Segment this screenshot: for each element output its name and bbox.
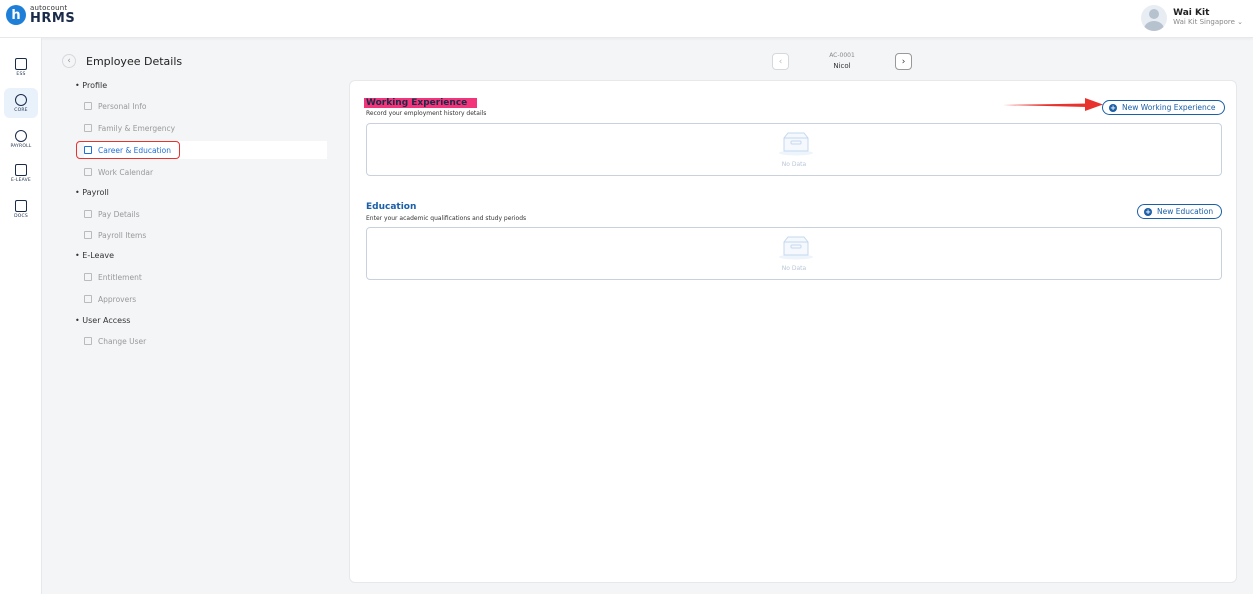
section-eleave: • E-Leave: [75, 251, 115, 260]
list-icon: [84, 231, 92, 239]
chevron-down-icon: ⌄: [1237, 18, 1243, 27]
app-logo[interactable]: h autocount HRMS: [6, 5, 75, 25]
nav-core[interactable]: CORE: [4, 88, 38, 118]
working-experience-title: Working Experience: [364, 98, 478, 108]
plus-icon: +: [1109, 103, 1117, 112]
menu-item-work-calendar[interactable]: Work Calendar: [84, 163, 327, 181]
empty-box-icon: [779, 132, 813, 156]
logo-product: HRMS: [30, 11, 76, 26]
family-icon: [84, 124, 92, 132]
payroll-icon: [15, 129, 27, 142]
empty-box-icon: [779, 236, 813, 260]
record-name: Nicol: [833, 62, 851, 70]
new-education-button[interactable]: + New Education: [1137, 204, 1223, 219]
calendar-icon: [15, 163, 27, 176]
menu-item-family[interactable]: Family & Emergency: [84, 119, 327, 137]
education-title: Education: [366, 202, 417, 212]
logo-icon: h: [6, 5, 26, 25]
top-bar: h autocount HRMS Wai Kit Wai Kit Singapo…: [0, 0, 1253, 38]
record-code: AC-0001: [829, 52, 855, 59]
page-title: Employee Details: [86, 54, 183, 68]
annotation-arrow-icon: [1003, 98, 1103, 111]
section-user-access: • User Access: [75, 316, 131, 325]
menu-item-change-user[interactable]: Change User: [84, 332, 327, 350]
plus-icon: +: [1144, 207, 1152, 216]
new-working-experience-button[interactable]: + New Working Experience: [1102, 100, 1225, 115]
calendar-icon: [84, 168, 92, 176]
chevron-right-icon: ›: [901, 56, 906, 67]
avatar: [1141, 5, 1168, 31]
calendar-icon: [84, 273, 92, 281]
section-payroll: • Payroll: [75, 188, 109, 197]
employee-details-menu: ‹ Employee Details • Profile Personal In…: [42, 38, 342, 594]
briefcase-icon: [84, 146, 92, 154]
working-experience-subtitle: Record your employment history details: [366, 110, 487, 117]
users-icon: [84, 295, 92, 303]
nav-ess[interactable]: ESS: [4, 52, 38, 82]
prev-record-button[interactable]: ‹: [772, 53, 789, 70]
user-menu[interactable]: Wai Kit Wai Kit Singapore ⌄: [1141, 5, 1243, 31]
education-table: No Data: [366, 227, 1222, 280]
ess-icon: [15, 57, 27, 70]
user-org: Wai Kit Singapore: [1173, 18, 1235, 27]
bank-icon: [84, 210, 92, 218]
working-experience-table: No Data: [366, 123, 1222, 176]
chevron-left-icon: ‹: [778, 56, 783, 67]
core-icon: [15, 93, 27, 106]
back-button[interactable]: ‹: [62, 54, 76, 68]
docs-icon: [15, 199, 27, 212]
menu-item-payroll-items[interactable]: Payroll Items: [84, 226, 327, 244]
id-card-icon: [84, 102, 92, 110]
empty-state-text: No Data: [781, 265, 807, 272]
menu-item-pay-details[interactable]: Pay Details: [84, 205, 327, 223]
nav-eleave[interactable]: E-LEAVE: [4, 158, 38, 188]
education-subtitle: Enter your academic qualifications and s…: [366, 215, 527, 222]
chevron-left-icon: ‹: [67, 56, 71, 66]
next-record-button[interactable]: ›: [895, 53, 912, 70]
menu-item-personal-info[interactable]: Personal Info: [84, 97, 327, 115]
nav-payroll[interactable]: PAYROLL: [4, 124, 38, 154]
module-nav: ESS CORE PAYROLL E-LEAVE DOCS: [0, 38, 42, 594]
content-panel: Working Experience Record your employmen…: [349, 80, 1237, 583]
empty-state-text: No Data: [781, 161, 807, 168]
record-navigator: ‹ AC-0001 Nicol ›: [772, 52, 912, 72]
user-icon: [84, 337, 92, 345]
menu-item-entitlement[interactable]: Entitlement: [84, 268, 327, 286]
section-profile: • Profile: [75, 81, 108, 90]
menu-item-approvers[interactable]: Approvers: [84, 290, 327, 308]
nav-docs[interactable]: DOCS: [4, 194, 38, 224]
menu-item-career[interactable]: Career & Education: [84, 141, 327, 159]
